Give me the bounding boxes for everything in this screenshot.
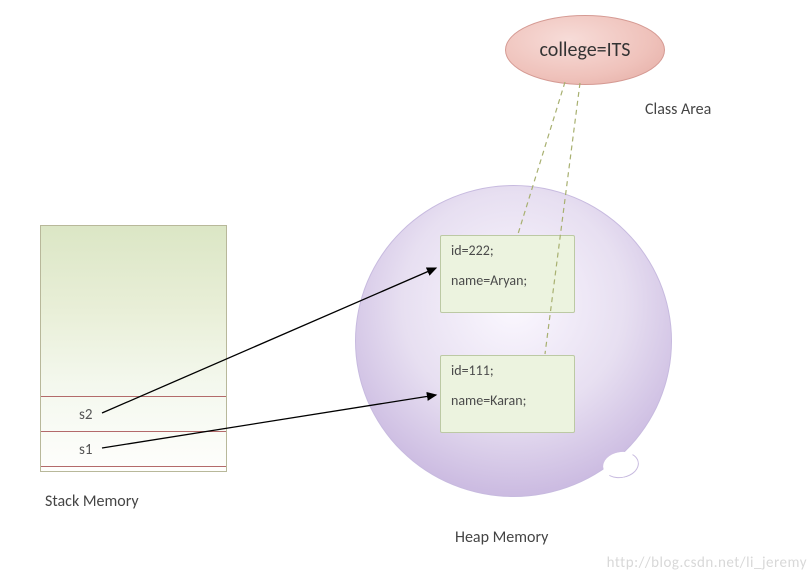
obj2-id: id=111; [451, 364, 564, 378]
class-area-label: Class Area [645, 100, 711, 119]
obj1-id: id=222; [451, 244, 564, 258]
heap-notch [601, 449, 641, 481]
heap-circle [355, 185, 672, 497]
diagram-canvas: college=ITS Class Area id=222; name=Arya… [0, 0, 812, 576]
watermark-text: http://blog.csdn.net/li_jeremy [607, 554, 807, 572]
stack-cell-s1: s1 [79, 441, 92, 459]
stack-divider-2 [41, 431, 226, 432]
obj1-name: name=Aryan; [451, 274, 564, 288]
obj2-name: name=Karan; [451, 394, 564, 408]
stack-memory-label: Stack Memory [45, 492, 139, 511]
heap-memory-label: Heap Memory [455, 528, 548, 547]
stack-divider-3 [41, 466, 226, 467]
heap-object-1: id=222; name=Aryan; [440, 235, 575, 313]
stack-box: s2 s1 [40, 225, 227, 472]
class-area-ellipse: college=ITS [505, 15, 665, 85]
stack-cell-s2: s2 [79, 406, 92, 424]
class-area-text: college=ITS [539, 38, 630, 62]
heap-object-2: id=111; name=Karan; [440, 355, 575, 433]
stack-divider-1 [41, 396, 226, 397]
